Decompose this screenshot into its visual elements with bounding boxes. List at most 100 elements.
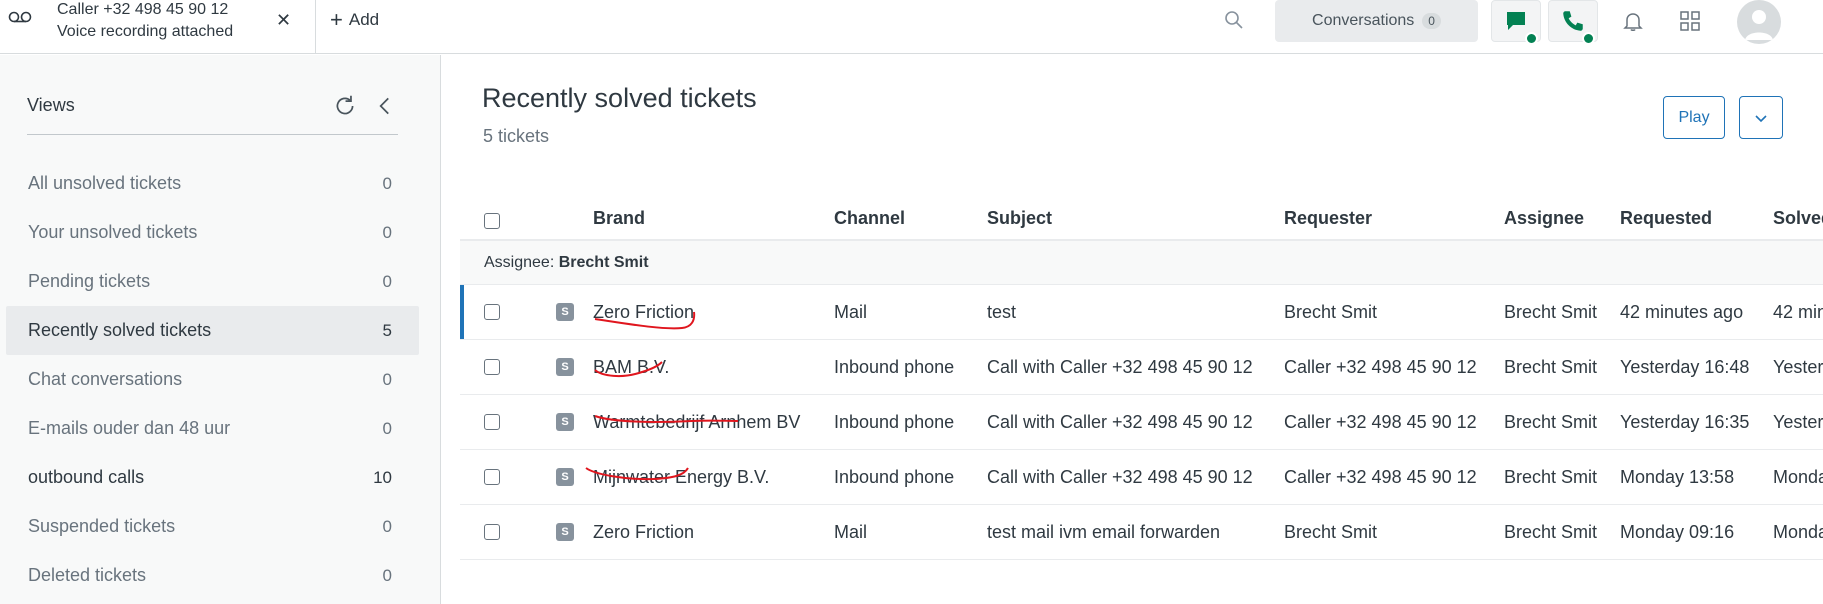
- table-header: Brand Channel Subject Requester Assignee…: [460, 199, 1823, 241]
- chat-status-button[interactable]: [1491, 0, 1541, 45]
- sidebar-item-count: 10: [373, 467, 392, 487]
- tab-subtitle: Voice recording attached: [57, 23, 234, 40]
- add-tab-button[interactable]: + Add: [330, 8, 379, 32]
- sidebar-item-label: Your unsolved tickets: [28, 222, 198, 242]
- sidebar-item-pending[interactable]: Pending tickets 0: [6, 257, 419, 306]
- cell-channel: Inbound phone: [834, 412, 955, 432]
- user-icon: [1745, 10, 1773, 40]
- notifications-button[interactable]: [1608, 0, 1658, 42]
- chat-icon: [1507, 12, 1525, 30]
- row-checkbox[interactable]: [484, 524, 500, 540]
- table-row[interactable]: S Warmtebedrijf Arnhem BV Inbound phone …: [460, 395, 1823, 450]
- select-all-checkbox[interactable]: [484, 213, 500, 229]
- cell-solved: Monday: [1773, 467, 1823, 487]
- cell-assignee: Brecht Smit: [1504, 522, 1598, 542]
- sidebar-item-count: 0: [382, 516, 392, 536]
- cell-brand: Zero Friction: [593, 522, 695, 542]
- cell-requester: Caller +32 498 45 90 12: [1284, 467, 1477, 487]
- avatar[interactable]: [1737, 0, 1781, 44]
- cell-assignee: Brecht Smit: [1504, 412, 1598, 432]
- header-channel[interactable]: Channel: [834, 208, 905, 229]
- sidebar-item-label: Deleted tickets: [28, 565, 147, 585]
- conversations-count: 0: [1422, 13, 1441, 29]
- row-checkbox[interactable]: [484, 414, 500, 430]
- call-tab[interactable]: Caller +32 498 45 90 12 Voice recording …: [0, 0, 316, 54]
- search-icon[interactable]: [1222, 8, 1246, 32]
- sidebar-item-label: E-mails ouder dan 48 uur: [28, 418, 231, 438]
- apps-button[interactable]: [1665, 0, 1715, 42]
- group-label-wrap: Assignee: Brecht Smit: [484, 254, 649, 272]
- header-assignee[interactable]: Assignee: [1504, 208, 1584, 229]
- cell-requester: Caller +32 498 45 90 12: [1284, 412, 1477, 432]
- status-badge: S: [556, 523, 574, 541]
- status-badge: S: [556, 358, 574, 376]
- row-checkbox[interactable]: [484, 304, 500, 320]
- sidebar-item-count: 0: [382, 418, 392, 438]
- cell-requested: 42 minutes ago: [1620, 302, 1744, 322]
- header-subject[interactable]: Subject: [987, 208, 1052, 229]
- sidebar-item-count: 0: [382, 222, 392, 242]
- row-checkbox[interactable]: [484, 359, 500, 375]
- view-list: All unsolved tickets 0 Your unsolved tic…: [6, 159, 419, 600]
- views-title: Views: [27, 95, 75, 115]
- sidebar-item-count: 0: [382, 565, 392, 585]
- phone-icon: [1563, 11, 1583, 31]
- sidebar-item-label: Chat conversations: [28, 369, 183, 389]
- chevron-down-icon: [1755, 114, 1767, 122]
- phone-status-button[interactable]: [1548, 0, 1598, 45]
- header-brand[interactable]: Brand: [593, 208, 645, 229]
- view-options-button[interactable]: [1739, 96, 1783, 139]
- table-row[interactable]: S Mijnwater Energy B.V. Inbound phone Ca…: [460, 450, 1823, 505]
- chevron-left-icon[interactable]: [372, 93, 398, 119]
- sidebar-item-emails-48h[interactable]: E-mails ouder dan 48 uur 0: [6, 404, 419, 453]
- cell-channel: Inbound phone: [834, 467, 955, 487]
- add-label: Add: [348, 10, 380, 29]
- header-requested[interactable]: Requested: [1620, 208, 1712, 229]
- sidebar-item-chat-conversations[interactable]: Chat conversations 0: [6, 355, 419, 404]
- cell-subject[interactable]: Call with Caller +32 498 45 90 12: [987, 467, 1253, 488]
- cell-assignee: Brecht Smit: [1504, 357, 1598, 377]
- cell-subject[interactable]: Call with Caller +32 498 45 90 12: [987, 412, 1253, 433]
- play-button[interactable]: Play: [1663, 96, 1725, 139]
- status-badge: S: [556, 303, 574, 321]
- views-sidebar: Views All unsolved tickets 0 Your unsolv…: [0, 55, 441, 604]
- sidebar-item-deleted[interactable]: Deleted tickets 0: [6, 551, 419, 600]
- sidebar-item-suspended[interactable]: Suspended tickets 0: [6, 502, 419, 551]
- top-bar: Caller +32 498 45 90 12 Voice recording …: [0, 0, 1823, 54]
- ticket-count: 5 tickets: [483, 126, 550, 146]
- conversations-button[interactable]: Conversations 0: [1275, 0, 1478, 42]
- table-row[interactable]: S Zero Friction Mail test mail ivm email…: [460, 505, 1823, 560]
- chat-online-dot: [1525, 32, 1538, 45]
- sidebar-item-recently-solved[interactable]: Recently solved tickets 5: [6, 306, 419, 355]
- phone-online-dot: [1582, 32, 1595, 45]
- grid-icon: [1680, 11, 1700, 31]
- close-icon[interactable]: ✕: [276, 8, 291, 32]
- cell-subject[interactable]: Call with Caller +32 498 45 90 12: [987, 357, 1253, 378]
- sidebar-item-your-unsolved[interactable]: Your unsolved tickets 0: [6, 208, 419, 257]
- header-requester[interactable]: Requester: [1284, 208, 1372, 229]
- cell-requester: Caller +32 498 45 90 12: [1284, 357, 1477, 377]
- cell-assignee: Brecht Smit: [1504, 467, 1598, 487]
- cell-subject[interactable]: test mail ivm email forwarden: [987, 522, 1220, 543]
- conversations-label: Conversations: [1312, 12, 1415, 29]
- sidebar-item-count: 0: [382, 369, 392, 389]
- header-solved[interactable]: Solved: [1773, 208, 1823, 229]
- cell-subject[interactable]: test: [987, 302, 1016, 323]
- table-row[interactable]: S BAM B.V. Inbound phone Call with Calle…: [460, 340, 1823, 395]
- sidebar-item-outbound-calls[interactable]: outbound calls 10: [6, 453, 419, 502]
- group-header: Assignee: Brecht Smit: [460, 241, 1823, 285]
- sidebar-item-label: Suspended tickets: [28, 516, 176, 536]
- refresh-icon[interactable]: [332, 93, 358, 119]
- cell-channel: Inbound phone: [834, 357, 955, 377]
- cell-brand: BAM B.V.: [593, 357, 670, 377]
- cell-brand: Mijnwater Energy B.V.: [593, 467, 770, 487]
- cell-channel: Mail: [834, 302, 868, 322]
- group-label: Assignee:: [484, 254, 555, 271]
- row-checkbox[interactable]: [484, 469, 500, 485]
- tickets-table: Brand Channel Subject Requester Assignee…: [460, 199, 1823, 560]
- table-row[interactable]: S Zero Friction Mail test Brecht Smit Br…: [460, 285, 1823, 340]
- cell-brand: Warmtebedrijf Arnhem BV: [593, 412, 801, 432]
- cell-requested: Yesterday 16:48: [1620, 357, 1750, 377]
- sidebar-item-all-unsolved[interactable]: All unsolved tickets 0: [6, 159, 419, 208]
- main-content: Recently solved tickets 5 tickets Play B…: [442, 55, 1823, 604]
